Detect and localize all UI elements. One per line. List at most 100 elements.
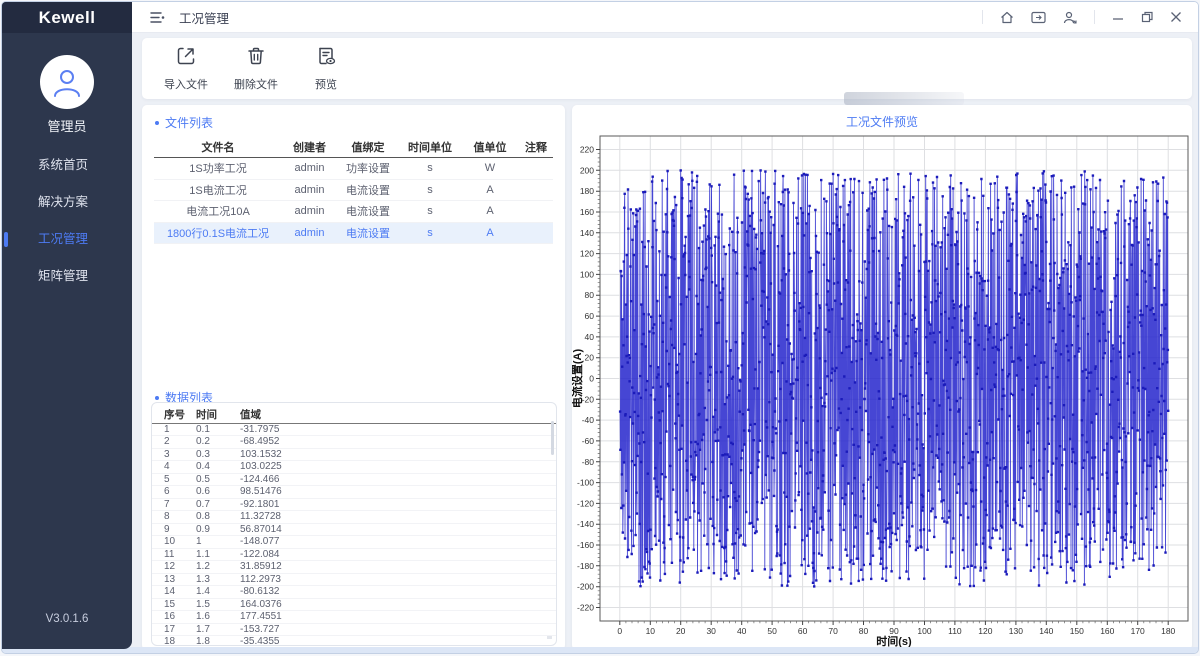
- cell: 56.87014: [236, 523, 300, 536]
- sidebar-item-2[interactable]: 工况管理: [2, 221, 132, 258]
- svg-text:100: 100: [917, 626, 931, 636]
- cell: 15: [152, 598, 192, 611]
- data-row[interactable]: 60.698.51476: [152, 486, 556, 499]
- cell: -148.077: [236, 536, 300, 549]
- data-row[interactable]: 101-148.077: [152, 536, 556, 549]
- column-header: 序号: [152, 407, 192, 423]
- cell: -68.4952: [236, 436, 300, 449]
- data-row[interactable]: 141.4-80.6132: [152, 586, 556, 599]
- svg-text:150: 150: [1070, 626, 1084, 636]
- svg-text:120: 120: [580, 249, 594, 259]
- cell: 0.8: [192, 511, 236, 524]
- data-row[interactable]: 40.4103.0225: [152, 461, 556, 474]
- cell: s: [399, 158, 461, 180]
- file-row[interactable]: 1S功率工况admin功率设置sW: [154, 158, 553, 180]
- cell: 1.7: [192, 623, 236, 636]
- collapse-menu-icon[interactable]: [150, 11, 165, 24]
- cell: 0.4: [192, 461, 236, 474]
- cell: [519, 179, 553, 201]
- cell: -31.7975: [236, 423, 300, 436]
- svg-text:-120: -120: [577, 498, 594, 508]
- data-row[interactable]: 30.3103.1532: [152, 448, 556, 461]
- screen-icon[interactable]: [1031, 11, 1046, 24]
- data-row[interactable]: 131.3112.2973: [152, 573, 556, 586]
- data-row[interactable]: 181.8-35.4355: [152, 636, 556, 647]
- svg-text:20: 20: [676, 626, 686, 636]
- home-icon[interactable]: [1000, 11, 1014, 24]
- cell: 电流工况10A: [154, 201, 282, 223]
- cell: 0.9: [192, 523, 236, 536]
- svg-text:160: 160: [1100, 626, 1114, 636]
- file-row[interactable]: 1S电流工况admin电流设置sA: [154, 179, 553, 201]
- svg-text:-140: -140: [577, 519, 594, 529]
- maximize-button[interactable]: [1141, 11, 1153, 23]
- cell: s: [399, 222, 461, 244]
- sidebar-item-1[interactable]: 解决方案: [2, 184, 132, 221]
- data-row[interactable]: 161.6177.4551: [152, 611, 556, 624]
- cell: 功率设置: [337, 158, 399, 180]
- preview-button[interactable]: 预览: [302, 45, 350, 92]
- column-header: 值域: [236, 407, 300, 423]
- cell: -35.4355: [236, 636, 300, 647]
- cell: 4: [152, 461, 192, 474]
- svg-text:110: 110: [948, 626, 962, 636]
- cell: -122.084: [236, 548, 300, 561]
- file-row[interactable]: 1800行0.1S电流工况admin电流设置sA: [154, 222, 553, 244]
- svg-text:40: 40: [737, 626, 747, 636]
- cell: A: [461, 179, 519, 201]
- svg-text:50: 50: [767, 626, 777, 636]
- column-header: 值绑定: [337, 139, 399, 158]
- cell: 3: [152, 448, 192, 461]
- svg-text:-100: -100: [577, 478, 594, 488]
- svg-text:0: 0: [589, 374, 594, 384]
- sidebar-item-0[interactable]: 系统首页: [2, 147, 132, 184]
- svg-text:30: 30: [706, 626, 716, 636]
- data-row[interactable]: 70.7-92.1801: [152, 498, 556, 511]
- app-window: Kewell 管理员 系统首页解决方案工况管理矩阵管理 V3.0.1.6 工况管…: [1, 1, 1199, 654]
- cell: 16: [152, 611, 192, 624]
- cell: 5: [152, 473, 192, 486]
- data-row[interactable]: 111.1-122.084: [152, 548, 556, 561]
- cell: 1.6: [192, 611, 236, 624]
- minimize-button[interactable]: [1112, 11, 1124, 23]
- horizontal-scrollbar[interactable]: [547, 636, 552, 639]
- cell: A: [461, 222, 519, 244]
- svg-text:时间(s): 时间(s): [876, 634, 912, 648]
- data-row[interactable]: 151.5164.0376: [152, 598, 556, 611]
- cell: 1.3: [192, 573, 236, 586]
- data-row[interactable]: 50.5-124.466: [152, 473, 556, 486]
- svg-text:电流设置(A): 电流设置(A): [572, 349, 584, 409]
- svg-text:0: 0: [617, 626, 622, 636]
- sidebar-item-3[interactable]: 矩阵管理: [2, 258, 132, 295]
- data-row[interactable]: 80.811.32728: [152, 511, 556, 524]
- cell: admin: [282, 158, 337, 180]
- divider: [1094, 10, 1095, 24]
- svg-text:170: 170: [1131, 626, 1145, 636]
- cell: 1800行0.1S电流工况: [154, 222, 282, 244]
- import-file-button[interactable]: 导入文件: [162, 45, 210, 92]
- cell: admin: [282, 222, 337, 244]
- close-button[interactable]: [1170, 11, 1182, 23]
- data-row[interactable]: 90.956.87014: [152, 523, 556, 536]
- cell: s: [399, 201, 461, 223]
- file-row[interactable]: 电流工况10Aadmin电流设置sA: [154, 201, 553, 223]
- cell: 13: [152, 573, 192, 586]
- cell: 6: [152, 486, 192, 499]
- data-row[interactable]: 121.231.85912: [152, 561, 556, 574]
- cell: 12: [152, 561, 192, 574]
- svg-text:-200: -200: [577, 582, 594, 592]
- cell: 177.4551: [236, 611, 300, 624]
- cell: 1.8: [192, 636, 236, 647]
- data-row[interactable]: 171.7-153.727: [152, 623, 556, 636]
- user-icon[interactable]: [1063, 11, 1077, 24]
- topbar-actions: [982, 10, 1198, 24]
- cell: 电流设置: [337, 179, 399, 201]
- file-list-title: 文件列表: [165, 114, 213, 131]
- delete-file-button[interactable]: 删除文件: [232, 45, 280, 92]
- cell: -92.1801: [236, 498, 300, 511]
- cell: 0.1: [192, 423, 236, 436]
- data-list-table: 序号时间值域10.1-31.797520.2-68.495230.3103.15…: [152, 407, 556, 646]
- vertical-scrollbar[interactable]: [551, 421, 554, 455]
- data-row[interactable]: 10.1-31.7975: [152, 423, 556, 436]
- data-row[interactable]: 20.2-68.4952: [152, 436, 556, 449]
